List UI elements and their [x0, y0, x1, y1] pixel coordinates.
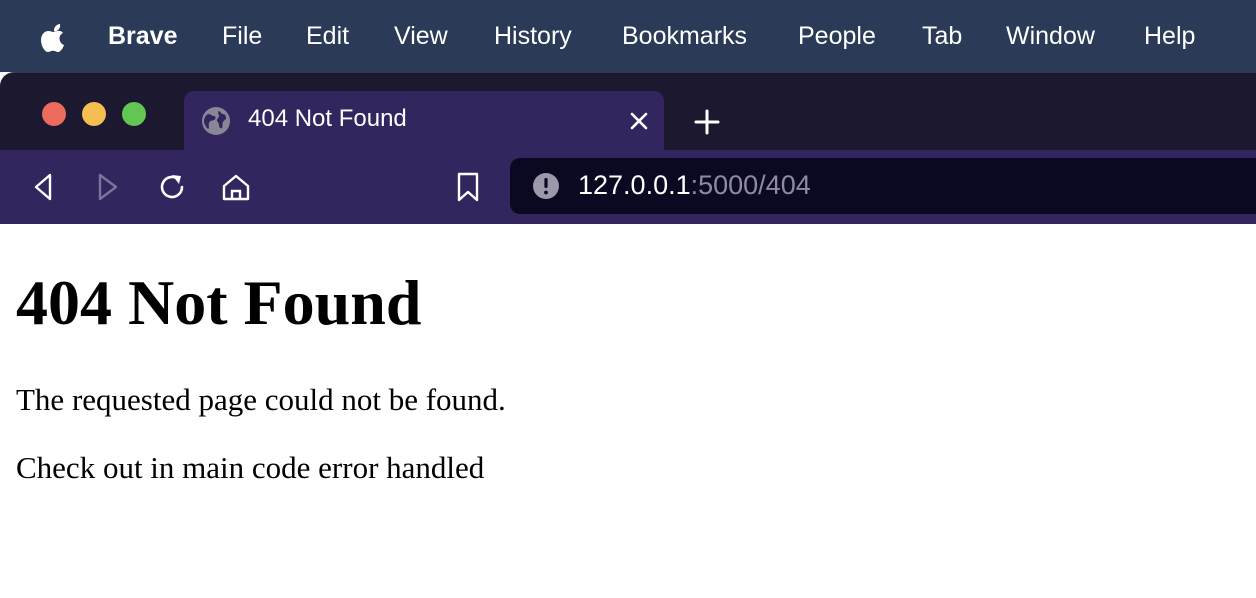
globe-icon [202, 107, 230, 135]
home-icon[interactable] [220, 170, 252, 204]
menu-app-brave[interactable]: Brave [108, 0, 178, 72]
menu-window[interactable]: Window [1006, 0, 1095, 72]
window-minimize-button[interactable] [82, 102, 106, 126]
menu-people[interactable]: People [798, 0, 876, 72]
forward-arrow-icon[interactable] [92, 170, 124, 204]
menu-history[interactable]: History [494, 0, 572, 72]
menu-view[interactable]: View [394, 0, 448, 72]
info-warning-icon[interactable] [532, 172, 560, 200]
macos-menu-bar: Brave File Edit View History Bookmarks P… [0, 0, 1256, 72]
page-heading: 404 Not Found [16, 267, 422, 338]
reload-icon[interactable] [156, 170, 188, 204]
tab-strip: 404 Not Found [0, 72, 1256, 153]
navigation-toolbar: 127.0.0.1:5000/404 [0, 150, 1256, 224]
plus-icon[interactable] [692, 107, 722, 137]
browser-window: 404 Not Found 127.0.0.1:5000/404 [0, 72, 1256, 224]
error-note: Check out in main code error handled [16, 450, 485, 485]
tab-title: 404 Not Found [248, 105, 407, 132]
window-maximize-button[interactable] [122, 102, 146, 126]
menu-bookmarks[interactable]: Bookmarks [622, 0, 747, 72]
active-tab[interactable]: 404 Not Found [184, 91, 664, 153]
url-path: :5000/404 [690, 170, 811, 200]
menu-file[interactable]: File [222, 0, 262, 72]
error-message: The requested page could not be found. [16, 382, 506, 417]
menu-help[interactable]: Help [1144, 0, 1195, 72]
url-host: 127.0.0.1 [578, 170, 691, 200]
close-icon[interactable] [626, 108, 652, 134]
apple-logo-icon[interactable] [38, 20, 70, 54]
address-bar[interactable]: 127.0.0.1:5000/404 [510, 158, 1256, 214]
window-close-button[interactable] [42, 102, 66, 126]
url-text[interactable]: 127.0.0.1:5000/404 [578, 170, 811, 201]
menu-tab[interactable]: Tab [922, 0, 962, 72]
back-arrow-icon[interactable] [28, 170, 60, 204]
bookmark-icon[interactable] [452, 170, 484, 204]
menu-edit[interactable]: Edit [306, 0, 349, 72]
